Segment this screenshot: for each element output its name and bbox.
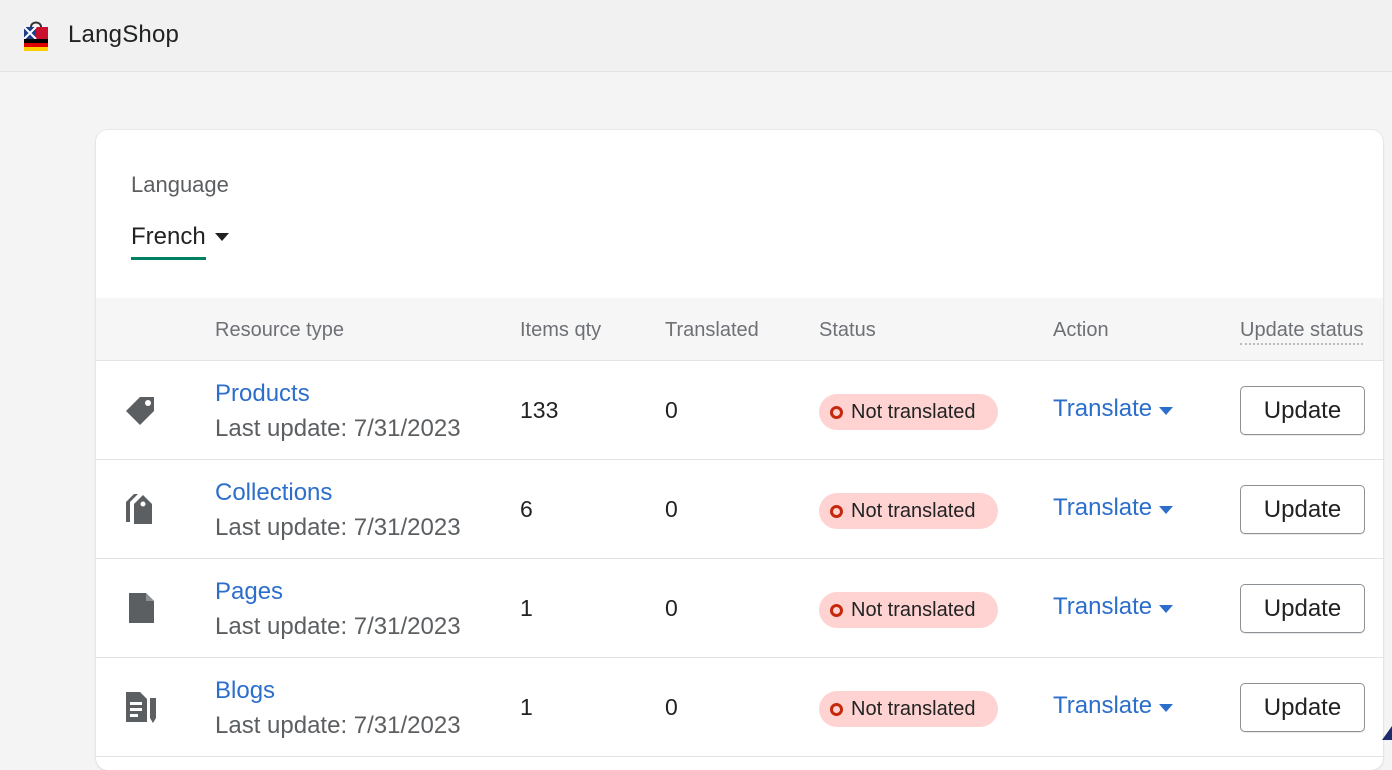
header-items-qty: Items qty [520,319,602,341]
corner-widget[interactable] [1382,726,1392,740]
items-qty-value: 6 [520,496,533,522]
tag-icon [126,397,154,425]
table-header: Resource type Items qty Translated Statu… [96,298,1383,361]
last-update-text: Last update: 7/31/2023 [215,712,461,739]
resources-card: Language French Resource type Items qty … [96,130,1383,770]
status-badge-label: Not translated [851,500,976,522]
translated-value: 0 [665,397,678,423]
status-dot-icon [830,703,843,716]
table-row: Blogs Last update: 7/31/2023 1 0 Not tra… [96,658,1383,757]
update-button[interactable]: Update [1240,485,1365,534]
last-update-text: Last update: 7/31/2023 [215,613,461,640]
status-badge: Not translated [819,493,998,529]
resource-name-link[interactable]: Blogs [215,677,275,705]
language-select[interactable]: French [131,223,229,263]
caret-down-icon [1159,506,1173,514]
status-badge-label: Not translated [851,698,976,720]
status-badge-label: Not translated [851,599,976,621]
table-row: Pages Last update: 7/31/2023 1 0 Not tra… [96,559,1383,658]
table-row: Collections Last update: 7/31/2023 6 0 N… [96,460,1383,559]
status-badge-label: Not translated [851,401,976,423]
status-dot-icon [830,604,843,617]
header-resource-type: Resource type [215,319,344,341]
resource-name-link[interactable]: Collections [215,479,332,507]
status-badge: Not translated [819,592,998,628]
translate-dropdown-button[interactable]: Translate [1053,692,1173,726]
page-icon [129,593,154,623]
resource-name-link[interactable]: Pages [215,578,283,606]
collection-tags-icon [126,494,152,524]
caret-down-icon [1159,704,1173,712]
translate-label: Translate [1053,395,1153,422]
update-button[interactable]: Update [1240,386,1365,435]
header-update-status[interactable]: Update status [1240,319,1364,345]
caret-down-icon [215,233,229,241]
status-dot-icon [830,505,843,518]
top-bar: LangShop [0,0,1392,72]
translate-label: Translate [1053,593,1153,620]
translate-dropdown-button[interactable]: Translate [1053,593,1173,627]
items-qty-value: 1 [520,694,533,720]
table-row: Products Last update: 7/31/2023 133 0 No… [96,361,1383,460]
translated-value: 0 [665,595,678,621]
update-button[interactable]: Update [1240,683,1365,732]
caret-down-icon [1159,407,1173,415]
translate-label: Translate [1053,692,1153,719]
header-action: Action [1053,319,1109,341]
header-translated: Translated [665,319,759,341]
blog-icon [126,692,156,723]
items-qty-value: 1 [520,595,533,621]
language-selected-value: French [131,223,206,260]
translate-dropdown-button[interactable]: Translate [1053,494,1173,528]
app-title: LangShop [68,21,180,48]
language-label: Language [131,172,229,197]
translate-dropdown-button[interactable]: Translate [1053,395,1173,429]
caret-down-icon [1159,605,1173,613]
last-update-text: Last update: 7/31/2023 [215,415,461,442]
status-dot-icon [830,406,843,419]
items-qty-value: 133 [520,397,559,423]
translated-value: 0 [665,694,678,720]
update-button[interactable]: Update [1240,584,1365,633]
translated-value: 0 [665,496,678,522]
status-badge: Not translated [819,691,998,727]
status-badge: Not translated [819,394,998,430]
header-status: Status [819,319,876,341]
last-update-text: Last update: 7/31/2023 [215,514,461,541]
shopping-bag-flag-icon [23,21,48,51]
resource-name-link[interactable]: Products [215,380,310,408]
translate-label: Translate [1053,494,1153,521]
